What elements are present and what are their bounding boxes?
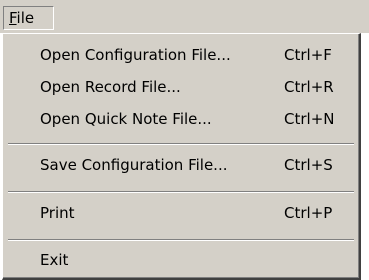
menu-item-label: Open Record File... [40, 78, 181, 96]
menu-item-label: Open Configuration File... [40, 46, 231, 64]
file-menu-dropdown: Open Configuration File... Ctrl+F Open R… [2, 33, 361, 280]
menu-item-open-configuration-file[interactable]: Open Configuration File... Ctrl+F [5, 40, 357, 71]
menu-item-open-record-file[interactable]: Open Record File... Ctrl+R [5, 72, 357, 103]
menu-separator [8, 239, 354, 241]
menu-item-save-configuration-file[interactable]: Save Configuration File... Ctrl+S [5, 150, 357, 181]
file-menu-label: ile [16, 9, 35, 27]
file-menu-button[interactable]: File [3, 6, 54, 30]
menu-item-exit[interactable]: Exit [5, 245, 357, 276]
menu-item-shortcut: Ctrl+P [284, 204, 333, 222]
menu-item-label: Exit [40, 251, 69, 269]
menu-separator [8, 191, 354, 193]
menu-separator [8, 143, 354, 145]
menu-item-print[interactable]: Print Ctrl+P [5, 198, 357, 229]
menu-item-shortcut: Ctrl+F [284, 46, 332, 64]
menu-item-shortcut: Ctrl+S [284, 156, 333, 174]
menu-item-label: Save Configuration File... [40, 156, 228, 174]
menu-item-open-quick-note-file[interactable]: Open Quick Note File... Ctrl+N [5, 104, 357, 135]
menu-bar: File [0, 0, 369, 33]
menu-item-shortcut: Ctrl+R [284, 78, 334, 96]
menu-item-shortcut: Ctrl+N [284, 110, 335, 128]
menu-item-label: Print [40, 204, 75, 222]
file-menu-mnemonic: F [9, 9, 17, 27]
menu-item-label: Open Quick Note File... [40, 110, 212, 128]
